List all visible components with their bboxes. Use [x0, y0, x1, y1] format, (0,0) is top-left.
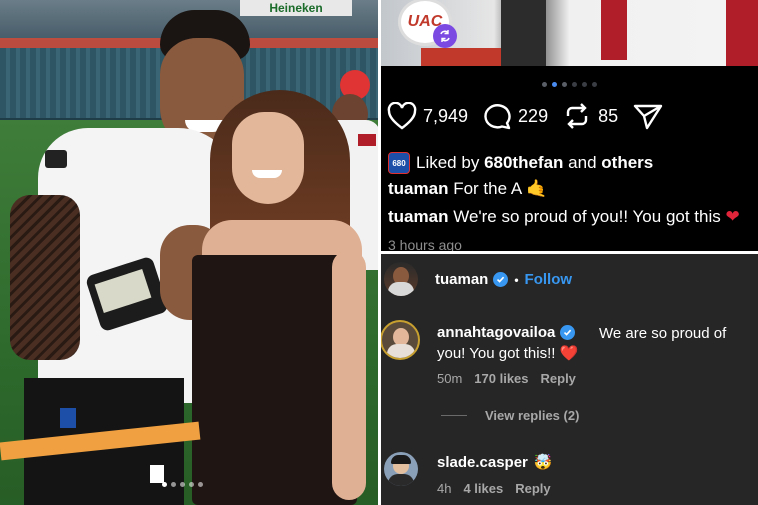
liked-by-line: 680 Liked by 680thefan and others	[388, 152, 653, 174]
liked-by-others-link[interactable]: others	[601, 153, 653, 173]
post-timestamp: 3 hours ago	[388, 237, 462, 251]
tattooed-arm	[10, 195, 80, 360]
follow-button[interactable]: Follow	[525, 271, 573, 288]
photo-carousel-dots	[162, 482, 203, 487]
comment-likes[interactable]: 4 likes	[463, 481, 503, 496]
caption-line-2: tuaman We're so proud of you!! You got t…	[388, 207, 740, 226]
instagram-post: UAC 7,949 229 85 680 Liked by 680thefan …	[381, 0, 758, 251]
verified-icon	[493, 272, 509, 287]
heart-emoji: ❤	[725, 207, 740, 226]
carousel-dot	[552, 82, 557, 87]
jersey-number	[601, 0, 627, 60]
slade-casper-avatar[interactable]	[384, 452, 418, 486]
comment-age: 4h	[437, 481, 452, 496]
like-button[interactable]: 7,949	[387, 102, 468, 130]
carousel-dot	[562, 82, 567, 87]
send-icon	[633, 104, 663, 130]
comment-username-row: slade.casper 🤯	[437, 453, 553, 472]
reply-button[interactable]: Reply	[515, 481, 550, 496]
carousel-dot	[198, 482, 203, 487]
author-username[interactable]: tuaman	[435, 271, 488, 288]
comment-button[interactable]: 229	[482, 102, 548, 130]
carousel-dot	[189, 482, 194, 487]
woman-in-black-dress	[192, 80, 368, 505]
carousel-dot	[582, 82, 587, 87]
680thefan-avatar: 680	[388, 152, 410, 174]
stadium-sign: Heineken	[240, 0, 352, 16]
liked-by-user-link[interactable]: 680thefan	[484, 153, 563, 173]
annahtagovailoa-avatar[interactable]	[381, 320, 420, 360]
post-action-bar: 7,949 229 85	[387, 102, 684, 130]
carousel-dot	[542, 82, 547, 87]
post-photo[interactable]: Heineken	[0, 0, 378, 505]
comment-meta: 50m 170 likes Reply	[437, 371, 576, 386]
comments-panel: tuaman • Follow annahtagovailoa We are s…	[381, 254, 758, 505]
replies-divider	[441, 415, 467, 416]
mind-blown-emoji: 🤯	[533, 454, 553, 471]
heart-icon	[387, 102, 417, 130]
likes-count: 7,949	[423, 105, 469, 126]
view-replies-button[interactable]: View replies (2)	[441, 408, 579, 423]
right-arm	[332, 250, 366, 500]
caption-line-1: tuaman For the A 🤙	[388, 179, 548, 198]
face	[232, 112, 304, 204]
jersey-dark-arm	[501, 0, 546, 66]
carousel-dot	[592, 82, 597, 87]
share-button[interactable]	[632, 102, 670, 130]
comments-count: 229	[518, 105, 549, 126]
comment-meta: 4h 4 likes Reply	[437, 481, 551, 496]
carousel-dot	[572, 82, 577, 87]
carousel-dot	[180, 482, 185, 487]
caption-username[interactable]: tuaman	[388, 207, 448, 226]
repost-button[interactable]: 85	[562, 102, 618, 130]
repost-icon	[566, 103, 588, 129]
post-carousel-dots	[381, 82, 758, 87]
caption-username[interactable]: tuaman	[388, 179, 448, 198]
reposts-count: 85	[598, 105, 619, 126]
repost-badge-icon	[433, 24, 457, 48]
shaka-emoji: 🤙	[525, 179, 548, 198]
comment-text: We are so proud of you! You got this!! ❤…	[437, 325, 727, 362]
reply-button[interactable]: Reply	[541, 371, 576, 386]
tuaman-avatar[interactable]	[384, 262, 418, 296]
carousel-dot	[171, 482, 176, 487]
carousel-dot	[162, 482, 167, 487]
post-image-preview[interactable]: UAC	[381, 0, 758, 66]
comment-icon	[484, 104, 511, 130]
comment-username[interactable]: slade.casper	[437, 454, 528, 471]
comment-age: 50m	[437, 371, 463, 386]
comment-likes[interactable]: 170 likes	[474, 371, 528, 386]
post-author-row: tuaman • Follow	[435, 271, 573, 288]
